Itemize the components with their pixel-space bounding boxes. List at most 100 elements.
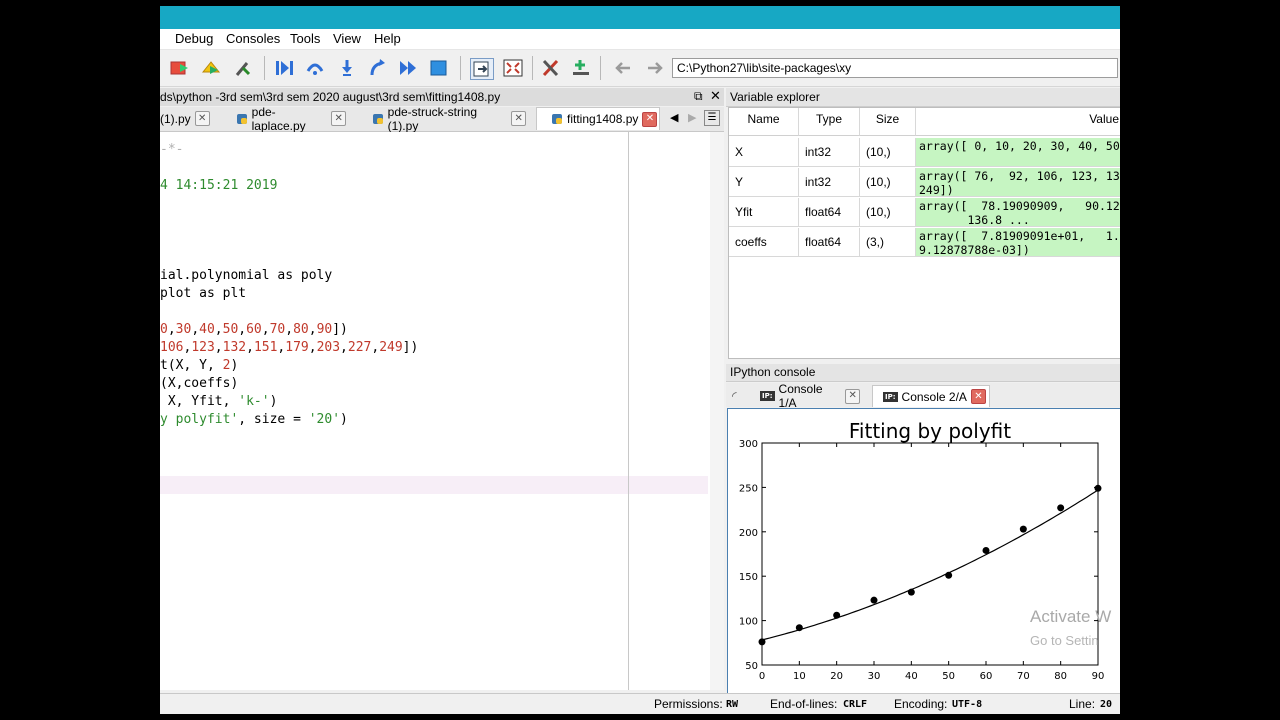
code-token: (X,coeffs): [160, 376, 239, 391]
code-token: ial.polynomial as poly: [160, 268, 333, 283]
data-point: [758, 638, 766, 646]
close-tab-icon[interactable]: ✕: [970, 389, 986, 404]
variable-size: (3,): [866, 235, 884, 249]
menu-consoles[interactable]: Consoles: [226, 31, 280, 46]
close-tab-icon[interactable]: ✕: [331, 111, 346, 126]
tab-list-icon[interactable]: ☰: [704, 110, 720, 126]
fullscreen-icon[interactable]: [502, 58, 524, 78]
code-token: , size =: [238, 412, 309, 427]
maximize-pane-icon[interactable]: [470, 58, 494, 80]
variable-value-cell: array([ 76, 92, 106, 123, 13 249]): [916, 168, 1120, 197]
variable-row[interactable]: Xint32 (10,) array([ 0, 10, 20, 30, 40, 50: [729, 138, 1120, 168]
variable-row[interactable]: coeffs float64 (3,) array([ 7.81909091e+01,…: [729, 228, 1120, 258]
code-token: 80: [293, 322, 309, 337]
code-token: ,: [371, 340, 380, 355]
column-header-type[interactable]: Type: [799, 108, 860, 136]
code-token: -*-: [160, 142, 184, 157]
tab-label: (1).py: [160, 111, 191, 126]
close-tab-icon[interactable]: ✕: [194, 111, 210, 126]
code-line: (X,coeffs): [160, 376, 238, 391]
console-options-icon[interactable]: ◜: [732, 389, 737, 403]
column-header-name[interactable]: Name: [729, 108, 799, 136]
chart-title: Fitting by polyfit: [849, 419, 1011, 443]
data-point: [982, 546, 990, 554]
tab-fitting1408[interactable]: fitting1408.py ✕: [536, 107, 660, 130]
variable-row[interactable]: Yfit float64 (10,) array([ 78.19090909, 90.…: [729, 198, 1120, 228]
variable-value: array([ 0, 10, 20, 30, 40, 50: [919, 139, 1120, 153]
console-output[interactable]: Fitting by polyfit 0 10 20 30 40 50 60 70 80 90 50 1…: [727, 408, 1120, 696]
menu-tools[interactable]: Tools: [290, 31, 320, 46]
encoding-label: Encoding:: [894, 697, 948, 711]
code-token: ,: [167, 322, 176, 337]
tab-scroll-right-icon[interactable]: ▶: [688, 111, 696, 124]
variable-size-cell: (10,): [860, 168, 916, 197]
editor-scrollbar[interactable]: [710, 132, 724, 690]
close-tab-icon[interactable]: ✕: [511, 111, 526, 126]
ipython-console-header: IPython console: [726, 364, 1120, 382]
tab-pde-struck-string[interactable]: pde-struck-string (1).py ✕: [372, 104, 526, 133]
tab-file-1[interactable]: (1).py ✕: [160, 107, 222, 130]
continue-icon[interactable]: [398, 58, 420, 78]
step-into-icon[interactable]: [336, 58, 358, 78]
code-token: ): [269, 394, 278, 409]
y-tick-label: 200: [739, 528, 758, 539]
x-tick-label: 80: [1054, 671, 1067, 682]
spyder-window: Debug Consoles Tools View Help C:\Python…: [160, 6, 1120, 714]
current-line-highlight: [160, 476, 708, 494]
undock-icon[interactable]: ⧉: [694, 89, 703, 104]
edge-line: [628, 132, 629, 690]
x-tick-label: 20: [830, 671, 843, 682]
y-tick-label: 300: [739, 439, 758, 450]
code-token: 132: [222, 340, 247, 355]
data-point: [945, 571, 953, 579]
code-token: X, Yfit,: [160, 394, 239, 409]
variable-name: X: [735, 145, 744, 159]
tab-console-2[interactable]: IP: Console 2/A ✕: [872, 385, 990, 407]
plot-frame: [761, 442, 1099, 666]
code-token: ,: [308, 340, 317, 355]
variable-name: Y: [735, 175, 744, 189]
close-tab-icon[interactable]: ✕: [845, 388, 860, 404]
editor-path-bar: ds\python -3rd sem\3rd sem 2020 august\3…: [160, 88, 724, 106]
variable-row[interactable]: Yint32 (10,) array([ 76, 92, 106, 123, 13 …: [729, 168, 1120, 198]
tab-console-1[interactable]: IP: Console 1/A ✕: [760, 382, 860, 410]
debug-tools-icon[interactable]: [232, 58, 254, 78]
column-header-size[interactable]: Size: [860, 108, 916, 136]
column-header-value[interactable]: Value: [916, 108, 1120, 136]
code-editor[interactable]: -*- 4 14:15:21 2019 ial.polynomial as poly…: [160, 132, 724, 690]
close-pane-icon[interactable]: ✕: [710, 88, 721, 104]
menu-help[interactable]: Help: [374, 31, 401, 46]
debug-icon[interactable]: [274, 58, 296, 78]
tab-scroll-left-icon[interactable]: ◀: [670, 111, 678, 124]
variable-explorer-table[interactable]: Name Type Size Value Xint32 (10,) array([ …: [728, 107, 1120, 359]
variable-type-cell: float64: [799, 228, 860, 257]
code-token: ,: [214, 322, 223, 337]
code-token: 'k-': [238, 394, 270, 409]
tab-label: pde-struck-string (1).py: [387, 104, 478, 133]
toolbar: C:\Python27\lib\site-packages\xy: [160, 50, 1120, 87]
variable-value: array([ 7.81909091e+01, 1. 9.12878788e-0…: [919, 229, 1120, 257]
close-tab-icon[interactable]: ✕: [642, 111, 658, 127]
run-config-icon[interactable]: [168, 58, 190, 78]
console-tabs: ◜ IP: Console 1/A ✕ IP: Console 2/A ✕: [726, 382, 1120, 410]
stop-icon[interactable]: [428, 58, 450, 78]
step-icon[interactable]: [304, 58, 326, 78]
menu-view[interactable]: View: [333, 31, 361, 46]
menu-debug[interactable]: Debug: [175, 31, 213, 46]
working-directory-input[interactable]: C:\Python27\lib\site-packages\xy: [672, 58, 1118, 78]
run-cell-icon[interactable]: [200, 58, 222, 78]
back-arrow-icon[interactable]: [612, 58, 634, 78]
preferences-icon[interactable]: [540, 58, 562, 78]
pythonpath-manager-icon[interactable]: [570, 58, 592, 78]
code-token: 227: [347, 340, 372, 355]
forward-arrow-icon[interactable]: [644, 58, 666, 78]
tab-pde-laplace[interactable]: pde-laplace.py ✕: [236, 105, 346, 133]
y-tick-label: 100: [739, 617, 758, 628]
code-token: ,: [285, 322, 294, 337]
x-tick-label: 90: [1092, 671, 1105, 682]
code-token: 30: [175, 322, 192, 337]
step-return-icon[interactable]: [366, 58, 388, 78]
variable-name: Yfit: [735, 205, 753, 219]
code-token: ,: [191, 322, 200, 337]
data-point: [870, 596, 878, 604]
